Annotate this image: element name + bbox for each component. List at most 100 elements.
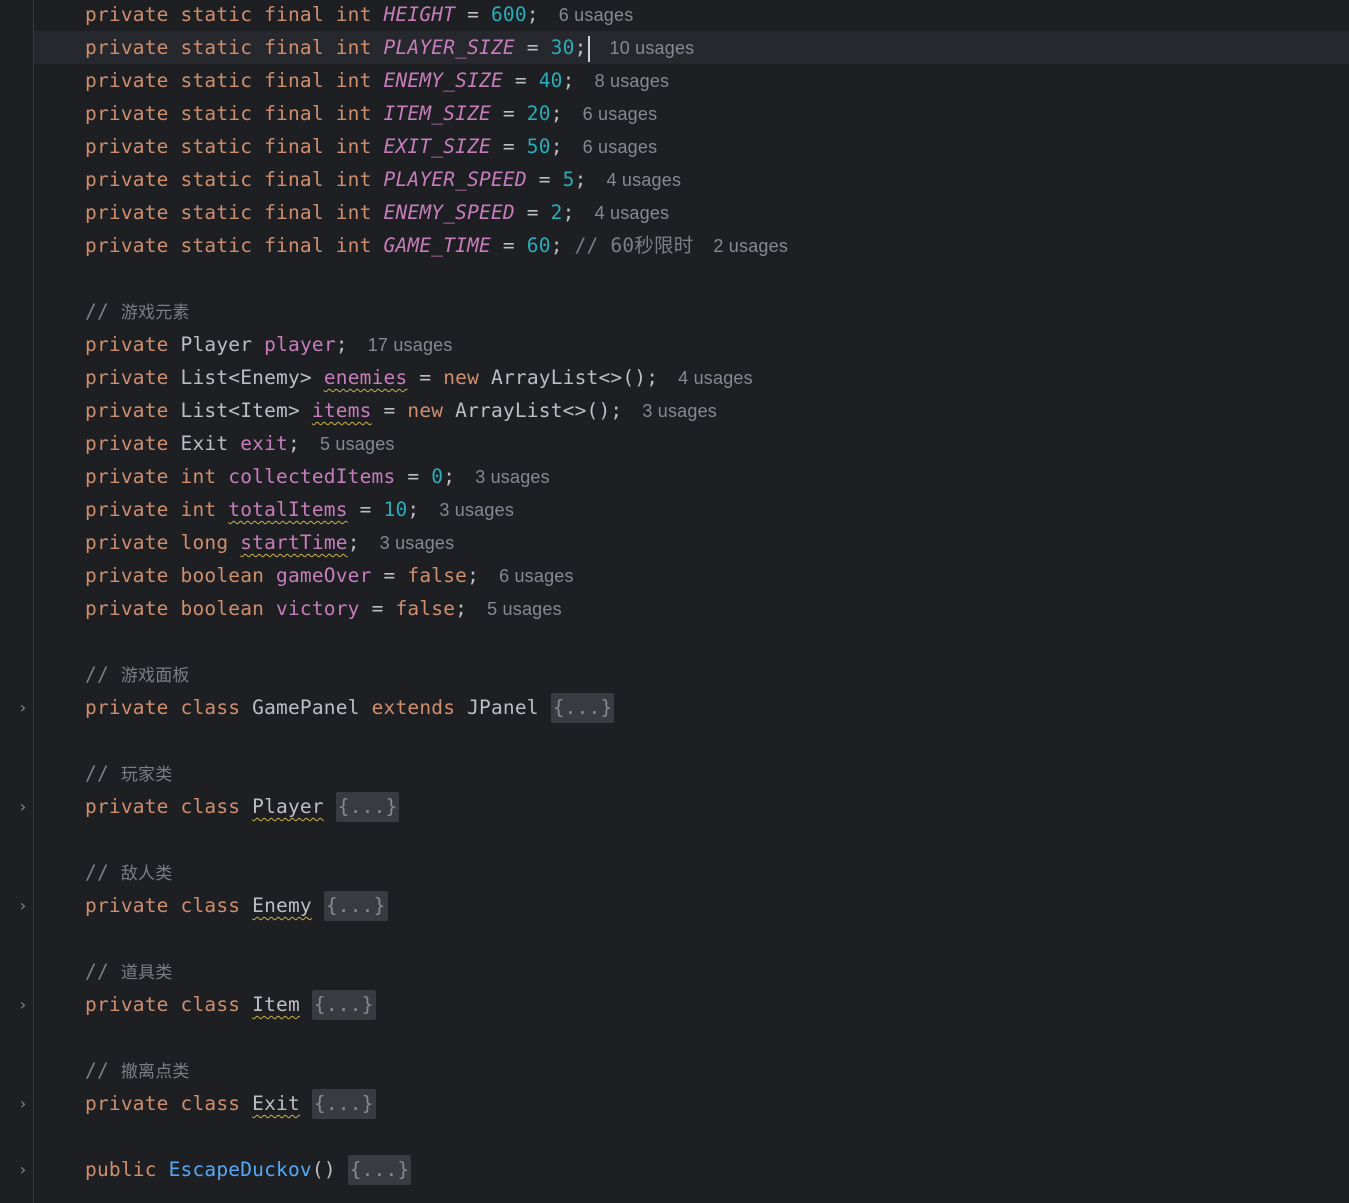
semicolon: ; [467, 564, 480, 587]
usages-hint[interactable]: 3 usages [475, 467, 550, 487]
usages-hint[interactable]: 8 usages [595, 71, 670, 91]
code-line: private List<Item> items = new ArrayList… [34, 394, 1349, 427]
superclass-name: JPanel [467, 696, 539, 719]
chevron-right-icon[interactable]: › [16, 1153, 30, 1186]
semicolon: ; [562, 69, 575, 92]
operator: = [359, 597, 396, 620]
chevron-right-icon[interactable]: › [16, 1087, 30, 1120]
usages-hint[interactable]: 6 usages [559, 5, 634, 25]
comment-slashes: // [85, 1059, 121, 1082]
keyword: new [443, 366, 491, 389]
code-line: private List<Enemy> enemies = new ArrayL… [34, 361, 1349, 394]
keyword: private class [85, 1092, 253, 1115]
operator: = [502, 69, 539, 92]
code-line: private class GamePanel extends JPanel {… [34, 691, 1349, 724]
keyword: private boolean [85, 564, 277, 587]
code-line: private class Player {...} [34, 790, 1349, 823]
keyword: private boolean [85, 597, 277, 620]
comment-text: 撤离点类 [120, 1062, 190, 1082]
usages-hint[interactable]: 3 usages [439, 500, 514, 520]
comment-slashes: // [85, 861, 121, 884]
keyword: private [85, 432, 181, 455]
usages-hint[interactable]: 5 usages [320, 434, 395, 454]
code-line: // 游戏面板 [34, 658, 1349, 691]
code-editor[interactable]: private static final int HEIGHT = 600; 6 … [34, 0, 1349, 1203]
usages-hint[interactable]: 4 usages [678, 368, 753, 388]
code-line: private Exit exit; 5 usages [34, 427, 1349, 460]
number-literal: 2 [550, 201, 563, 224]
usages-hint[interactable]: 6 usages [583, 137, 658, 157]
semicolon: ; [335, 333, 348, 356]
usages-hint[interactable]: 6 usages [583, 104, 658, 124]
constant-name: ENEMY_SPEED [383, 201, 515, 224]
semicolon: ; [526, 3, 539, 26]
folded-region[interactable]: {...} [335, 792, 400, 822]
keyword: private static final int [85, 135, 384, 158]
folded-region[interactable]: {...} [347, 1155, 412, 1185]
operator: = [490, 234, 527, 257]
comment-slashes: // [85, 300, 121, 323]
code-line: private int totalItems = 10; 3 usages [34, 493, 1349, 526]
constant-name: HEIGHT [383, 3, 456, 26]
comment-text: 游戏元素 [120, 303, 190, 323]
constant-name: ITEM_SIZE [383, 102, 491, 125]
folded-region[interactable]: {...} [550, 693, 615, 723]
usages-hint[interactable]: 17 usages [368, 335, 453, 355]
class-name: Enemy [252, 894, 312, 917]
field-name: gameOver [276, 564, 372, 587]
semicolon: ; [443, 465, 456, 488]
chevron-right-icon[interactable]: › [16, 691, 30, 724]
comment-slashes: // [85, 762, 121, 785]
chevron-right-icon[interactable]: › [16, 988, 30, 1021]
field-name: startTime [240, 531, 348, 554]
chevron-right-icon[interactable]: › [16, 889, 30, 922]
comment-text: 游戏面板 [120, 666, 190, 686]
keyword: private static final int [85, 36, 384, 59]
semicolon: ; [288, 432, 300, 455]
operator: = [490, 102, 527, 125]
constant-name: EXIT_SIZE [383, 135, 491, 158]
code-line: // 道具类 [34, 955, 1349, 988]
keyword: private class [85, 894, 253, 917]
field-name: victory [276, 597, 360, 620]
folded-region[interactable]: {...} [311, 990, 376, 1020]
text-caret [587, 35, 590, 62]
keyword: public [85, 1158, 169, 1181]
keyword: private [85, 366, 181, 389]
code-line: private static final int EXIT_SIZE = 50;… [34, 130, 1349, 163]
usages-hint[interactable]: 10 usages [610, 38, 695, 58]
operator: = [490, 135, 527, 158]
usages-hint[interactable]: 3 usages [642, 401, 717, 421]
code-line: private int collectedItems = 0; 3 usages [34, 460, 1349, 493]
constant-name: GAME_TIME [383, 234, 491, 257]
semicolon: ; [574, 168, 587, 191]
constructor-name: EscapeDuckov [168, 1158, 312, 1181]
folded-region[interactable]: {...} [323, 891, 388, 921]
usages-hint[interactable]: 4 usages [607, 170, 682, 190]
usages-hint[interactable]: 5 usages [487, 599, 562, 619]
comment-slashes: // [85, 960, 121, 983]
keyword: private static final int [85, 234, 384, 257]
chevron-right-icon[interactable]: › [16, 790, 30, 823]
folded-region[interactable]: {...} [311, 1089, 376, 1119]
field-name: player [264, 333, 336, 356]
constructor-call: ArrayList<>(); [455, 399, 623, 422]
code-line: private static final int ITEM_SIZE = 20;… [34, 97, 1349, 130]
code-line: private class Enemy {...} [34, 889, 1349, 922]
comment-slashes: // [85, 663, 121, 686]
usages-hint[interactable]: 4 usages [595, 203, 670, 223]
usages-hint[interactable]: 6 usages [499, 566, 574, 586]
semicolon: ; [455, 597, 468, 620]
code-line: private class Exit {...} [34, 1087, 1349, 1120]
number-literal: 5 [562, 168, 575, 191]
code-line: private static final int ENEMY_SPEED = 2… [34, 196, 1349, 229]
operator: = [371, 564, 408, 587]
usages-hint[interactable]: 3 usages [380, 533, 455, 553]
keyword: private static final int [85, 201, 384, 224]
semicolon: ; [347, 531, 360, 554]
usages-hint[interactable]: 2 usages [713, 236, 788, 256]
line-comment: 60秒限时 [610, 234, 694, 257]
field-name: exit [240, 432, 288, 455]
constant-name: PLAYER_SIZE [383, 36, 515, 59]
code-line: private boolean gameOver = false; 6 usage… [34, 559, 1349, 592]
